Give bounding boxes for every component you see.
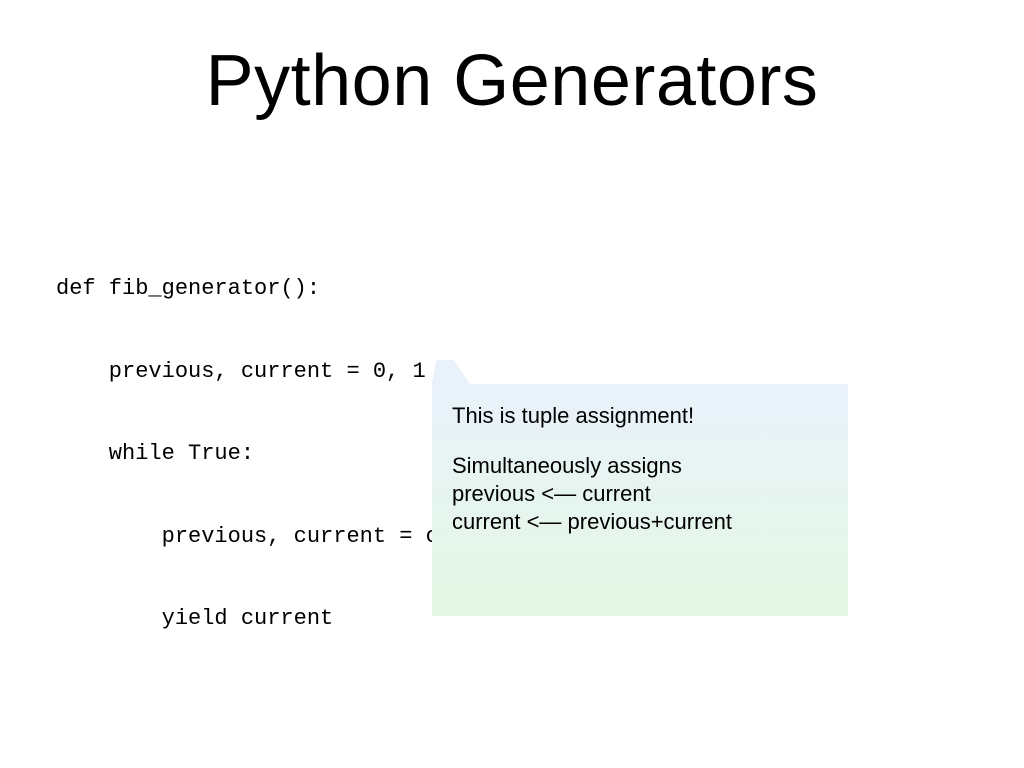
- callout: This is tuple assignment! Simultaneously…: [430, 360, 850, 620]
- callout-line: current <— previous+current: [452, 509, 732, 534]
- code-line: def fib_generator():: [56, 275, 756, 303]
- callout-box: This is tuple assignment! Simultaneously…: [432, 384, 848, 616]
- callout-text: This is tuple assignment! Simultaneously…: [452, 402, 828, 537]
- callout-line: previous <— current: [452, 481, 651, 506]
- slide: Python Generators def fib_generator(): p…: [0, 0, 1024, 768]
- callout-line: Simultaneously assigns: [452, 453, 682, 478]
- slide-title: Python Generators: [0, 40, 1024, 122]
- callout-paragraph: Simultaneously assigns previous <— curre…: [452, 452, 828, 536]
- callout-line: This is tuple assignment!: [452, 402, 828, 430]
